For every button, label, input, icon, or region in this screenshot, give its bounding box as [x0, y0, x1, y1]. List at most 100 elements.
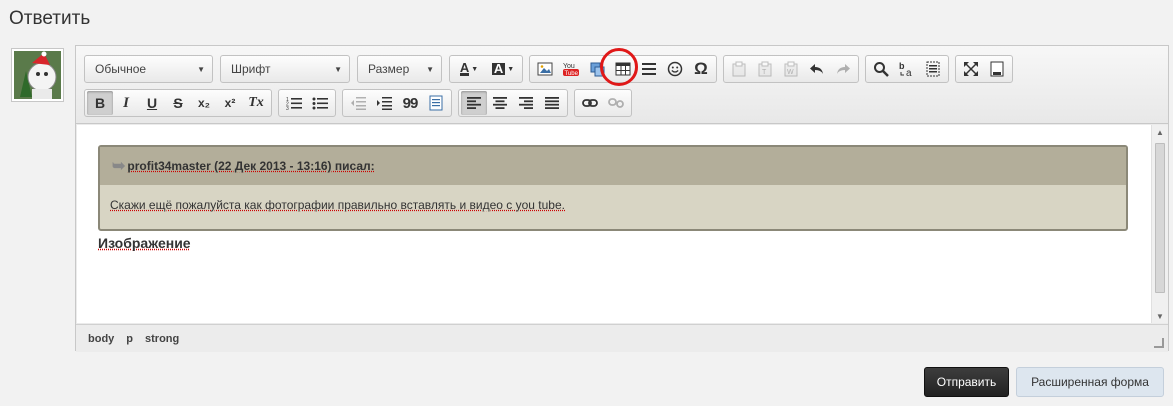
strike-button[interactable]: S [165, 91, 191, 115]
font-combo[interactable]: Шрифт ▼ [220, 55, 350, 83]
search-icon [874, 62, 889, 77]
quote-block: ➥ profit34master (22 Дек 2013 - 13:16) п… [98, 145, 1128, 231]
superscript-button[interactable]: x² [217, 91, 243, 115]
path-item-body[interactable]: body [88, 333, 114, 345]
align-center-button[interactable] [487, 91, 513, 115]
select-all-icon [926, 61, 940, 77]
replace-button[interactable]: ba [894, 57, 920, 81]
unlink-button[interactable] [603, 91, 629, 115]
redo-icon [837, 64, 850, 74]
align-right-icon [519, 97, 533, 109]
advanced-form-button[interactable]: Расширенная форма [1016, 367, 1164, 397]
send-button[interactable]: Отправить [924, 367, 1009, 397]
editor-content-area[interactable]: ➥ profit34master (22 Дек 2013 - 13:16) п… [77, 125, 1151, 323]
link-icon [582, 99, 598, 107]
quote-header: ➥ profit34master (22 Дек 2013 - 13:16) п… [100, 147, 1126, 185]
source-button[interactable] [984, 57, 1010, 81]
indent-group: 99 [342, 89, 452, 117]
svg-text:T: T [762, 69, 767, 76]
find-button[interactable] [868, 57, 894, 81]
quote-arrow-icon: ➥ [112, 158, 126, 175]
editor-scrollbar[interactable]: ▲ ▼ [1151, 125, 1168, 323]
chevron-down-icon: ▼ [426, 64, 434, 74]
replace-icon: ba [899, 61, 912, 77]
unlink-icon [608, 98, 624, 108]
maximize-button[interactable] [958, 57, 984, 81]
element-path-bar: body p strong [76, 324, 1168, 352]
image-button[interactable] [532, 57, 558, 81]
redo-button[interactable] [830, 57, 856, 81]
horizontal-rule-button[interactable] [636, 57, 662, 81]
path-item-strong[interactable]: strong [145, 333, 179, 345]
bold-button[interactable]: B [87, 91, 113, 115]
paste-icon [732, 61, 746, 77]
svg-text:You: You [563, 63, 575, 70]
align-left-icon [467, 97, 481, 109]
indent-icon [377, 97, 392, 110]
justify-icon [545, 97, 559, 109]
smiley-icon [667, 61, 683, 77]
justify-button[interactable] [539, 91, 565, 115]
page-title: Ответить [9, 8, 91, 29]
bulleted-list-icon [312, 97, 328, 110]
path-item-p[interactable]: p [126, 333, 133, 345]
bg-color-icon: A [491, 61, 506, 76]
align-left-button[interactable] [461, 91, 487, 115]
format-combo[interactable]: Обычное ▼ [84, 55, 213, 83]
remove-format-button[interactable]: Tx [243, 91, 269, 115]
svg-text:b: b [899, 61, 905, 71]
indent-button[interactable] [371, 91, 397, 115]
subscript-button[interactable]: x₂ [191, 91, 217, 115]
svg-text:a: a [906, 68, 912, 77]
highlight-circle [600, 48, 638, 86]
blockquote-button[interactable]: 99 [397, 91, 423, 115]
numbered-list-icon: 123 [286, 97, 302, 110]
editor-toolbar: Обычное ▼ Шрифт ▼ Размер ▼ A ▼ A ▼ You Tube [76, 46, 1168, 124]
image-icon [537, 62, 553, 76]
color-group: A ▼ A ▼ [449, 55, 523, 83]
template-button[interactable] [423, 91, 449, 115]
outdent-button[interactable] [345, 91, 371, 115]
paragraph-group: 123 [278, 89, 336, 117]
clipboard-group: T W [723, 55, 859, 83]
basic-styles-group: B I U S x₂ x² Tx [84, 89, 272, 117]
avatar [11, 48, 64, 102]
align-center-icon [493, 97, 507, 109]
scroll-down-icon[interactable]: ▼ [1156, 312, 1164, 321]
text-color-icon: A [459, 60, 470, 76]
youtube-icon: YouTube [563, 63, 579, 77]
scroll-up-icon[interactable]: ▲ [1156, 128, 1164, 137]
paste-word-button[interactable]: W [778, 57, 804, 81]
italic-button[interactable]: I [113, 91, 139, 115]
youtube-button[interactable]: You Tube [558, 57, 584, 81]
svg-text:W: W [787, 69, 794, 76]
paste-text-button[interactable]: T [752, 57, 778, 81]
special-char-button[interactable]: Ω [688, 57, 714, 81]
source-icon [990, 61, 1004, 77]
align-group [458, 89, 568, 117]
view-group [955, 55, 1013, 83]
maximize-icon [964, 62, 978, 76]
align-right-button[interactable] [513, 91, 539, 115]
size-combo[interactable]: Размер ▼ [357, 55, 442, 83]
scroll-thumb[interactable] [1155, 143, 1165, 293]
text-color-button[interactable]: A ▼ [452, 57, 486, 81]
bulleted-list-button[interactable] [307, 91, 333, 115]
rich-text-editor: Обычное ▼ Шрифт ▼ Размер ▼ A ▼ A ▼ You Tube [75, 45, 1169, 352]
omega-icon: Ω [694, 59, 708, 78]
select-all-button[interactable] [920, 57, 946, 81]
underline-button[interactable]: U [139, 91, 165, 115]
numbered-list-button[interactable]: 123 [281, 91, 307, 115]
paste-text-icon: T [758, 61, 772, 77]
svg-text:3: 3 [286, 106, 289, 110]
emoticon-button[interactable] [662, 57, 688, 81]
link-button[interactable] [577, 91, 603, 115]
quote-author: profit34master (22 Дек 2013 - 13:16) пис… [127, 159, 375, 173]
horizontal-rule-icon [642, 63, 656, 75]
undo-button[interactable] [804, 57, 830, 81]
template-icon [429, 95, 443, 111]
quote-text: Скажи ещё пожалуйста как фотографии прав… [110, 198, 565, 212]
paste-button[interactable] [726, 57, 752, 81]
bg-color-button[interactable]: A ▼ [486, 57, 520, 81]
resize-handle-icon[interactable] [1154, 338, 1164, 348]
